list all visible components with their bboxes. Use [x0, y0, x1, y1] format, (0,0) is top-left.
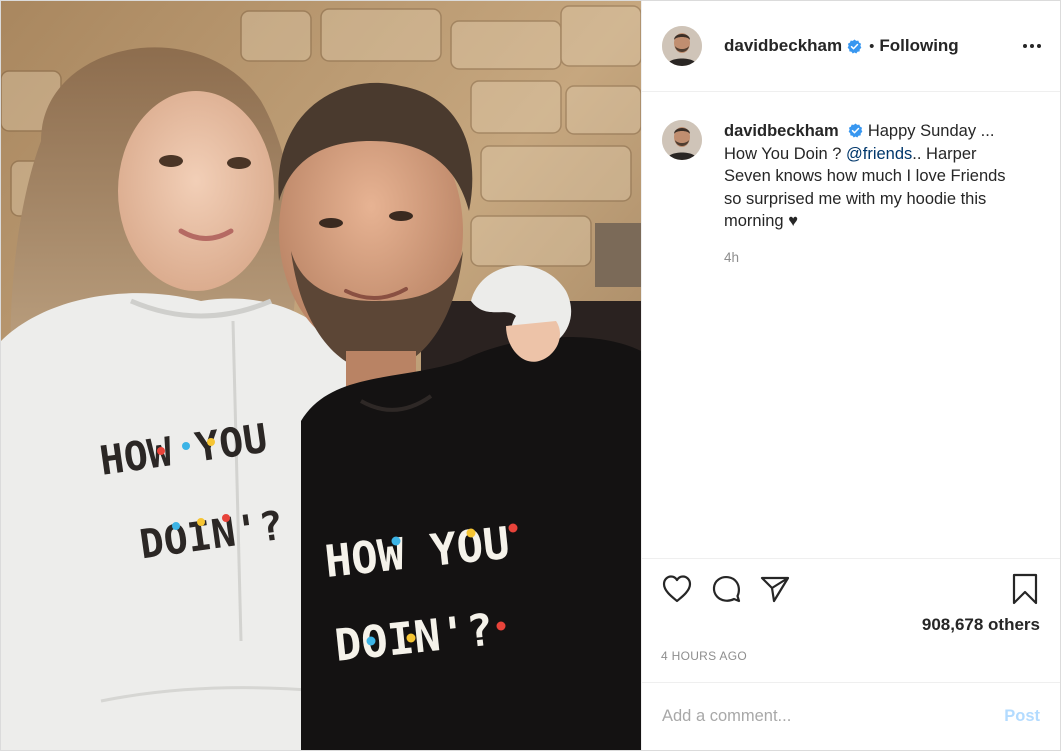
- verified-badge-icon: [848, 123, 863, 138]
- caption: davidbeckham Happy Sunday ... How You Do…: [662, 120, 1040, 269]
- avatar-image: [662, 120, 702, 160]
- mention-link[interactable]: @friends: [846, 145, 912, 163]
- comment-input[interactable]: [662, 707, 1005, 726]
- wall-plate: [595, 223, 641, 287]
- bookmark-icon: [1012, 573, 1038, 605]
- comment-bubble-icon: [712, 575, 741, 603]
- comment-button[interactable]: [710, 573, 742, 605]
- caption-body: davidbeckham Happy Sunday ... How You Do…: [724, 120, 1024, 269]
- girl-face: [118, 91, 274, 291]
- caption-avatar[interactable]: [662, 120, 702, 160]
- photo-illustration: HOW YOU DOIN'? HOW YOU DOIN'?: [1, 1, 641, 750]
- separator-dot: •: [869, 37, 875, 55]
- comments-area: davidbeckham Happy Sunday ... How You Do…: [642, 92, 1060, 558]
- caption-timestamp[interactable]: 4h: [724, 247, 1024, 270]
- more-options-icon: [1023, 44, 1041, 48]
- likes-count[interactable]: 908,678 others: [661, 615, 1040, 635]
- following-button[interactable]: Following: [879, 36, 958, 56]
- like-button[interactable]: [661, 573, 693, 605]
- instagram-post: HOW YOU DOIN'? HOW YOU DOIN'? davidbeckh…: [0, 0, 1061, 751]
- avatar[interactable]: [662, 26, 702, 66]
- avatar-image: [662, 26, 702, 66]
- share-button[interactable]: [759, 573, 791, 605]
- paper-plane-icon: [760, 576, 790, 603]
- caption-username[interactable]: davidbeckham: [724, 122, 839, 140]
- post-header: davidbeckham • Following: [642, 1, 1060, 92]
- actions-section: 908,678 others 4 HOURS AGO: [642, 558, 1060, 682]
- post-photo[interactable]: HOW YOU DOIN'? HOW YOU DOIN'?: [1, 1, 641, 750]
- save-button[interactable]: [1009, 573, 1041, 605]
- post-date[interactable]: 4 HOURS AGO: [661, 649, 1041, 663]
- header-username[interactable]: davidbeckham: [724, 36, 842, 56]
- comment-box: Post: [642, 682, 1060, 750]
- heart-icon: [662, 575, 692, 603]
- verified-badge-icon: [847, 38, 862, 54]
- action-bar: [661, 573, 1041, 605]
- more-options-button[interactable]: [1020, 34, 1044, 58]
- post-sidebar: davidbeckham • Following davidbeckham Ha…: [641, 1, 1060, 750]
- post-comment-button[interactable]: Post: [1004, 707, 1040, 726]
